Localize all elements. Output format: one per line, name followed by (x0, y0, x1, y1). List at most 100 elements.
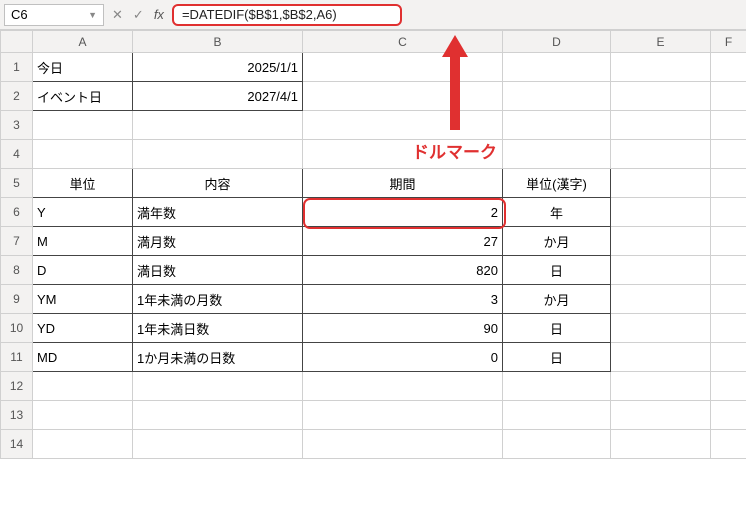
cell-B6[interactable]: 満年数 (133, 198, 303, 227)
cell-B9[interactable]: 1年未満の月数 (133, 285, 303, 314)
cell-D9[interactable]: か月 (503, 285, 611, 314)
cell-C8[interactable]: 820 (303, 256, 503, 285)
cell-D2[interactable] (503, 82, 611, 111)
cell-E9[interactable] (611, 285, 711, 314)
cell-B4[interactable] (133, 140, 303, 169)
cell-F4[interactable] (711, 140, 746, 169)
cell-B13[interactable] (133, 401, 303, 430)
cell-F3[interactable] (711, 111, 746, 140)
row-header[interactable]: 3 (1, 111, 33, 140)
cell-E7[interactable] (611, 227, 711, 256)
cell-E6[interactable] (611, 198, 711, 227)
cell-B1[interactable]: 2025/1/1 (133, 53, 303, 82)
cell-D5[interactable]: 単位(漢字) (503, 169, 611, 198)
cell-B2[interactable]: 2027/4/1 (133, 82, 303, 111)
cell-E4[interactable] (611, 140, 711, 169)
cell-A4[interactable] (33, 140, 133, 169)
cell-E12[interactable] (611, 372, 711, 401)
cell-D6[interactable]: 年 (503, 198, 611, 227)
cell-C9[interactable]: 3 (303, 285, 503, 314)
name-box-dropdown-icon[interactable]: ▼ (88, 10, 97, 20)
cell-C3[interactable] (303, 111, 503, 140)
row-header[interactable]: 5 (1, 169, 33, 198)
row-header[interactable]: 6 (1, 198, 33, 227)
col-header[interactable]: C (303, 31, 503, 53)
cell-A11[interactable]: MD (33, 343, 133, 372)
cell-E5[interactable] (611, 169, 711, 198)
cell-F14[interactable] (711, 430, 746, 459)
row-header[interactable]: 9 (1, 285, 33, 314)
cell-F9[interactable] (711, 285, 746, 314)
cell-C12[interactable] (303, 372, 503, 401)
cell-E2[interactable] (611, 82, 711, 111)
row-header[interactable]: 12 (1, 372, 33, 401)
cell-C10[interactable]: 90 (303, 314, 503, 343)
cell-F10[interactable] (711, 314, 746, 343)
cell-A6[interactable]: Y (33, 198, 133, 227)
select-all-corner[interactable] (1, 31, 33, 53)
col-header[interactable]: D (503, 31, 611, 53)
cell-D4[interactable] (503, 140, 611, 169)
cell-C11[interactable]: 0 (303, 343, 503, 372)
col-header[interactable]: A (33, 31, 133, 53)
cell-D13[interactable] (503, 401, 611, 430)
cell-A5[interactable]: 単位 (33, 169, 133, 198)
cell-C5[interactable]: 期間 (303, 169, 503, 198)
cell-F8[interactable] (711, 256, 746, 285)
cell-D8[interactable]: 日 (503, 256, 611, 285)
cell-E13[interactable] (611, 401, 711, 430)
cell-E11[interactable] (611, 343, 711, 372)
cell-E3[interactable] (611, 111, 711, 140)
cell-B3[interactable] (133, 111, 303, 140)
row-header[interactable]: 8 (1, 256, 33, 285)
cell-E8[interactable] (611, 256, 711, 285)
cell-B12[interactable] (133, 372, 303, 401)
cell-C14[interactable] (303, 430, 503, 459)
row-header[interactable]: 13 (1, 401, 33, 430)
row-header[interactable]: 2 (1, 82, 33, 111)
cell-F7[interactable] (711, 227, 746, 256)
cell-B5[interactable]: 内容 (133, 169, 303, 198)
cell-A1[interactable]: 今日 (33, 53, 133, 82)
cell-D1[interactable] (503, 53, 611, 82)
row-header[interactable]: 10 (1, 314, 33, 343)
cell-C7[interactable]: 27 (303, 227, 503, 256)
cell-D3[interactable] (503, 111, 611, 140)
fx-icon[interactable]: fx (154, 7, 164, 22)
col-header[interactable]: B (133, 31, 303, 53)
row-header[interactable]: 11 (1, 343, 33, 372)
cell-B11[interactable]: 1か月未満の日数 (133, 343, 303, 372)
formula-input[interactable]: =DATEDIF($B$1,$B$2,A6) (172, 4, 402, 26)
cell-B10[interactable]: 1年未満日数 (133, 314, 303, 343)
cell-F13[interactable] (711, 401, 746, 430)
cell-F6[interactable] (711, 198, 746, 227)
cell-D12[interactable] (503, 372, 611, 401)
cell-B7[interactable]: 満月数 (133, 227, 303, 256)
cell-D10[interactable]: 日 (503, 314, 611, 343)
cell-C6[interactable]: 2 (303, 198, 503, 227)
col-header[interactable]: E (611, 31, 711, 53)
cell-C4[interactable] (303, 140, 503, 169)
cell-A3[interactable] (33, 111, 133, 140)
cell-E10[interactable] (611, 314, 711, 343)
cell-F2[interactable] (711, 82, 746, 111)
cell-C2[interactable] (303, 82, 503, 111)
cell-F11[interactable] (711, 343, 746, 372)
cell-A10[interactable]: YD (33, 314, 133, 343)
cell-F1[interactable] (711, 53, 746, 82)
cell-C1[interactable] (303, 53, 503, 82)
confirm-icon[interactable]: ✓ (133, 7, 144, 23)
cell-F5[interactable] (711, 169, 746, 198)
cell-C13[interactable] (303, 401, 503, 430)
cell-A13[interactable] (33, 401, 133, 430)
cell-D11[interactable]: 日 (503, 343, 611, 372)
cell-E14[interactable] (611, 430, 711, 459)
col-header[interactable]: F (711, 31, 746, 53)
cell-E1[interactable] (611, 53, 711, 82)
cell-B14[interactable] (133, 430, 303, 459)
cell-D14[interactable] (503, 430, 611, 459)
cell-A9[interactable]: YM (33, 285, 133, 314)
cell-A12[interactable] (33, 372, 133, 401)
cell-A2[interactable]: イベント日 (33, 82, 133, 111)
name-box[interactable]: C6 ▼ (4, 4, 104, 26)
